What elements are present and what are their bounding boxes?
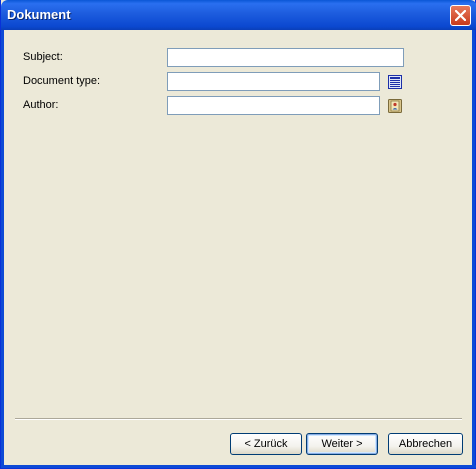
address-book-icon bbox=[388, 99, 402, 113]
window-border-bottom bbox=[1, 465, 476, 468]
button-separator bbox=[15, 418, 462, 420]
subject-label: Subject: bbox=[23, 51, 63, 63]
document-type-label: Document type: bbox=[23, 75, 101, 87]
subject-field[interactable] bbox=[167, 48, 404, 67]
document-type-field[interactable] bbox=[167, 72, 380, 91]
window-border-left bbox=[1, 30, 4, 466]
author-picker-button[interactable] bbox=[386, 97, 404, 115]
document-type-picker-button[interactable] bbox=[386, 73, 404, 91]
next-button[interactable]: Weiter > bbox=[306, 433, 378, 455]
close-icon bbox=[455, 10, 466, 21]
dialog-window: Dokument Subject: Document type: Author: bbox=[0, 0, 476, 469]
window-title: Dokument bbox=[7, 7, 71, 22]
window-border-right bbox=[472, 30, 475, 466]
author-field[interactable] bbox=[167, 96, 380, 115]
title-bar[interactable]: Dokument bbox=[1, 0, 476, 30]
author-label: Author: bbox=[23, 99, 59, 111]
cancel-button[interactable]: Abbrechen bbox=[388, 433, 463, 455]
list-icon bbox=[388, 75, 402, 89]
back-button[interactable]: < Zurück bbox=[230, 433, 302, 455]
close-button[interactable] bbox=[450, 5, 471, 26]
